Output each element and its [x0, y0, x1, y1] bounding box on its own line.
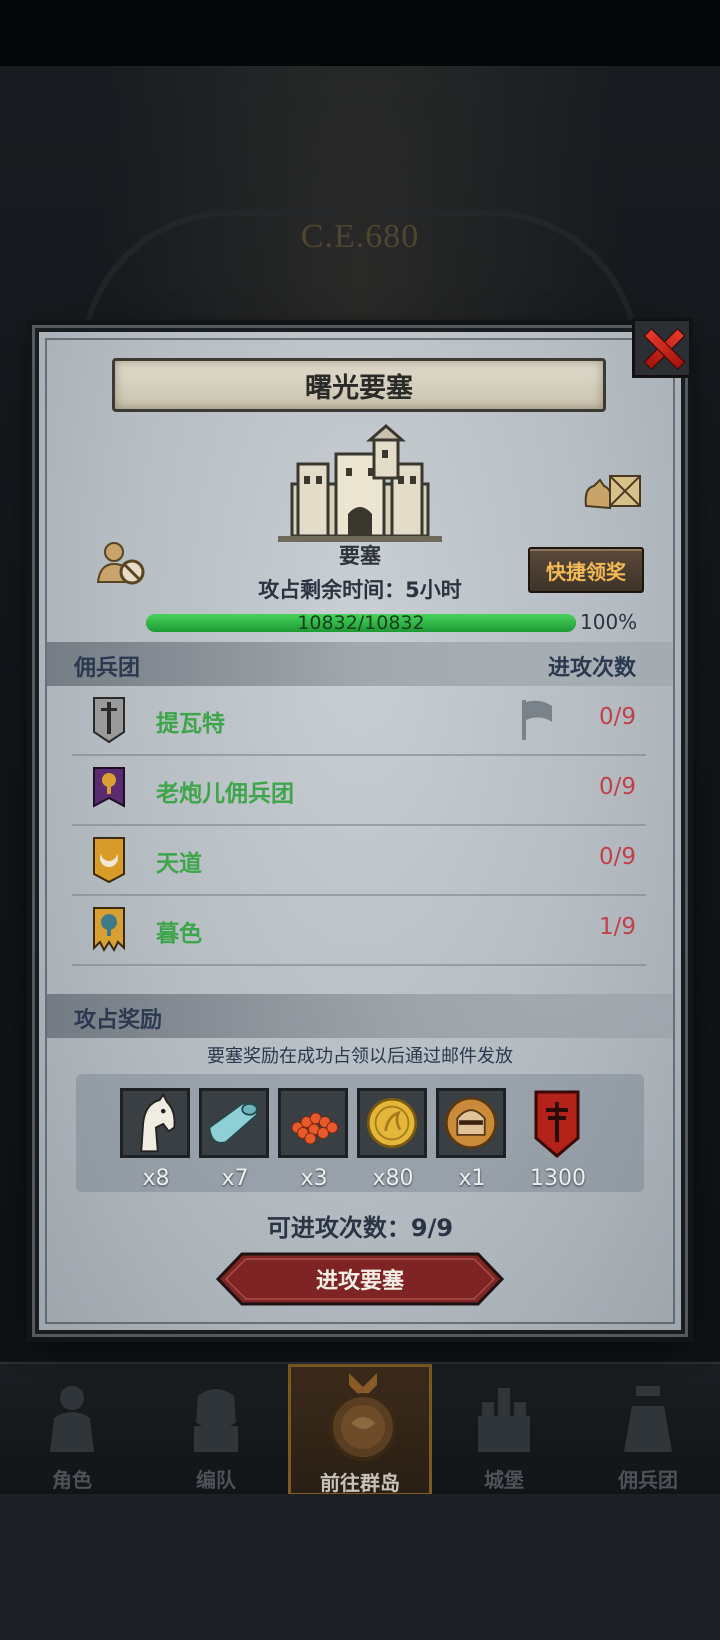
- reward-item[interactable]: 1300: [522, 1088, 594, 1191]
- reward-section-title: 攻占奖励: [74, 1008, 163, 1033]
- reward-note: 要塞奖励在成功占领以后通过邮件发放: [207, 1046, 513, 1067]
- formation-icon: [194, 1389, 238, 1452]
- nav-islands[interactable]: 前往群岛: [288, 1364, 432, 1496]
- bottom-nav: 角色 编队 前往群岛 城堡 佣兵团: [0, 1362, 720, 1496]
- attack-count: 1/9: [598, 914, 636, 940]
- fortress-icon: [278, 424, 442, 542]
- hp-text: 10832/10832: [297, 612, 425, 634]
- supply-bag-icon[interactable]: [582, 466, 644, 514]
- attack-button-label: 进攻要塞: [315, 1269, 404, 1294]
- moon-emblem-icon: [93, 837, 125, 884]
- mercenary-name: 天道: [156, 851, 202, 877]
- flag-icon: [522, 700, 552, 740]
- reward-item[interactable]: x80: [357, 1088, 429, 1191]
- close-button[interactable]: [632, 318, 692, 378]
- cloth-icon: [199, 1088, 269, 1158]
- reward-item[interactable]: x1: [436, 1088, 508, 1191]
- reward-item[interactable]: x3: [278, 1088, 350, 1191]
- mercenary-section-title: 佣兵团: [74, 656, 141, 681]
- tree-emblem-icon: [93, 767, 125, 808]
- castle-icon: [478, 1388, 530, 1452]
- nav-character[interactable]: 角色: [0, 1364, 144, 1496]
- mercenary-row[interactable]: 天道 0/9: [72, 826, 646, 896]
- nav-formation[interactable]: 编队: [144, 1364, 288, 1496]
- reward-qty: x3: [300, 1166, 328, 1191]
- sword-emblem-icon: [93, 697, 125, 744]
- reward-qty: 1300: [530, 1166, 586, 1191]
- bottom-area: [0, 1494, 720, 1640]
- mercenary-icon: [624, 1386, 672, 1452]
- reward-qty: x7: [221, 1166, 249, 1191]
- attack-count: 0/9: [598, 844, 636, 870]
- attack-count: 0/9: [598, 704, 636, 730]
- horse-icon: [120, 1088, 190, 1158]
- reward-qty: x8: [142, 1166, 170, 1191]
- hp-percent: 100%: [580, 610, 638, 634]
- fortress-hp-bar: 10832/10832: [146, 612, 576, 634]
- mercenary-row[interactable]: 老炮儿佣兵团 0/9: [72, 756, 646, 826]
- dialog-title: 曙光要塞: [112, 358, 606, 412]
- reward-qty: x80: [372, 1166, 414, 1191]
- character-icon: [50, 1386, 94, 1452]
- islands-icon: [329, 1373, 397, 1461]
- reward-item[interactable]: x7: [199, 1088, 271, 1191]
- nav-mercenary[interactable]: 佣兵团: [576, 1364, 720, 1496]
- attack-fortress-button[interactable]: 进攻要塞: [216, 1252, 504, 1306]
- tree-emblem-icon: [93, 907, 125, 953]
- mercenary-row[interactable]: 提瓦特 0/9: [72, 686, 646, 756]
- mercenary-name: 提瓦特: [156, 711, 225, 737]
- mercenary-row[interactable]: 暮色 1/9: [72, 896, 646, 966]
- remaining-time: 攻占剩余时间：5小时: [258, 578, 462, 602]
- mercenary-name: 老炮儿佣兵团: [156, 781, 294, 807]
- honor-banner-icon: [534, 1090, 580, 1158]
- available-attacks: 可进攻次数：9/9: [266, 1214, 454, 1242]
- top-status-bar: [0, 0, 720, 66]
- attacks-header: 进攻次数: [548, 656, 637, 681]
- attack-count: 0/9: [598, 774, 636, 800]
- berries-icon: [278, 1088, 348, 1158]
- reward-qty: x1: [458, 1166, 486, 1191]
- knight-helmet-icon: [436, 1088, 506, 1158]
- nav-castle[interactable]: 城堡: [432, 1364, 576, 1496]
- reward-item[interactable]: x8: [120, 1088, 192, 1191]
- mercenary-name: 暮色: [156, 921, 202, 947]
- gold-coin-icon: [357, 1088, 427, 1158]
- fortress-label: 要塞: [339, 544, 381, 568]
